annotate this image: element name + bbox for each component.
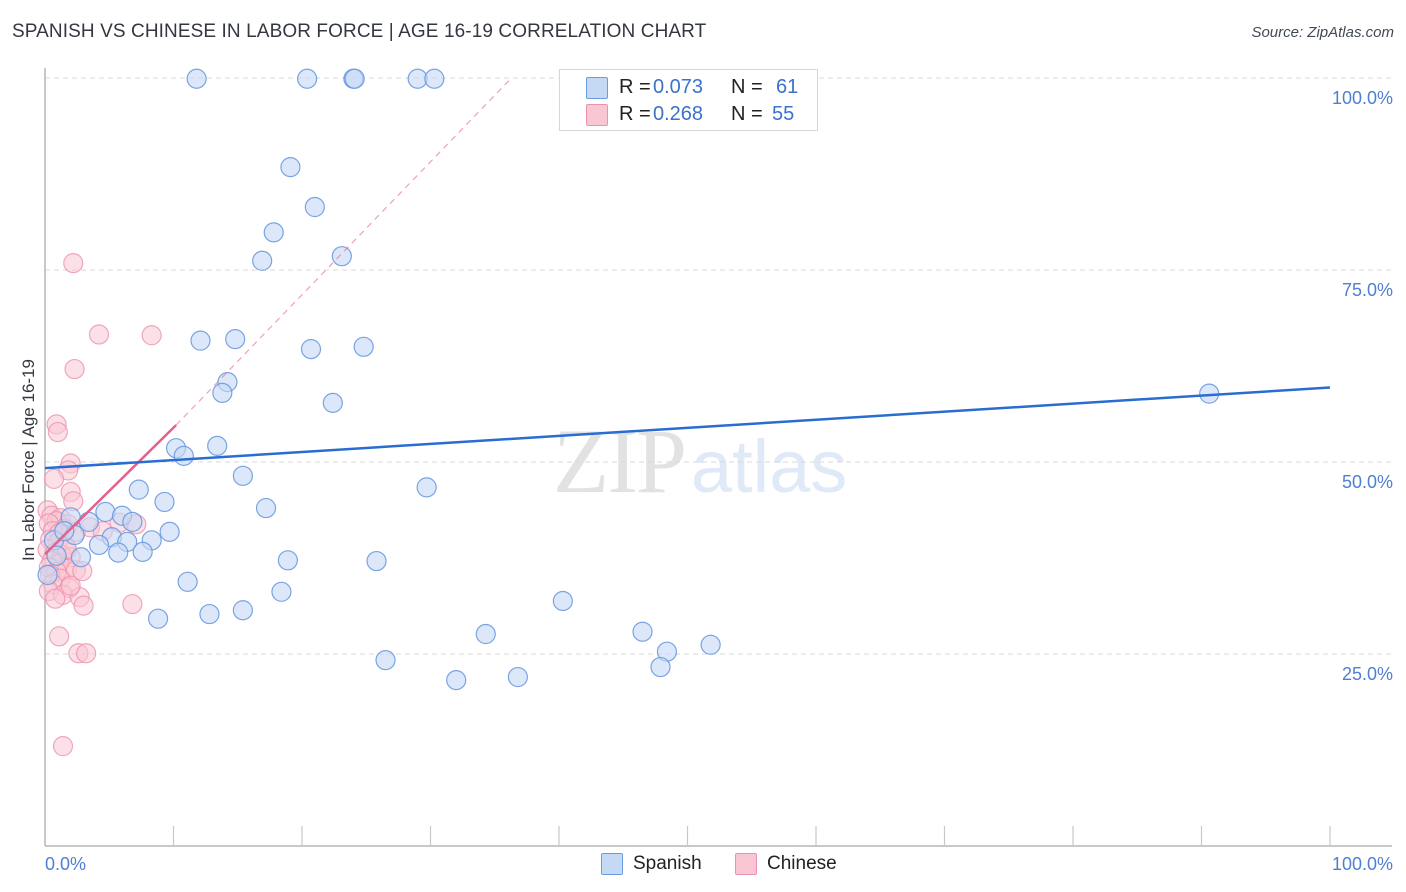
y-tick-label: 50.0%	[1342, 472, 1393, 492]
y-tick-label: 25.0%	[1342, 664, 1393, 684]
chinese-swatch	[735, 853, 757, 875]
spanish-trend-line	[44, 386, 1331, 470]
spanish-point	[70, 547, 92, 568]
n-value: 55	[772, 103, 795, 125]
spanish-point	[280, 156, 301, 178]
spanish-point	[255, 497, 277, 519]
spanish-point	[154, 491, 175, 513]
spanish-point	[353, 336, 374, 357]
spanish-point	[252, 250, 273, 271]
spanish-point	[108, 542, 129, 563]
spanish-point	[177, 571, 198, 592]
chinese-swatch	[586, 104, 608, 126]
n-value: 61	[776, 76, 799, 98]
chinese-point	[52, 736, 74, 757]
r-value: 0.073	[653, 76, 704, 98]
spanish-point	[207, 435, 228, 456]
spanish-point	[632, 621, 653, 642]
spanish-point	[475, 623, 496, 645]
spanish-point	[297, 68, 318, 89]
spanish-point	[186, 68, 207, 89]
spanish-point	[344, 68, 365, 89]
spanish-point	[650, 656, 671, 678]
spanish-point	[232, 600, 253, 621]
gridlines	[45, 77, 1392, 655]
scatter-chart: 100.0%75.0%50.0%25.0%0.0% 100.0% In Labor…	[19, 68, 1393, 874]
spanish-point	[375, 650, 396, 671]
spanish-point	[700, 634, 721, 655]
spanish-point	[37, 564, 58, 585]
chinese-point	[63, 252, 84, 274]
n-label: N =	[731, 103, 763, 125]
n-label: N =	[731, 76, 763, 98]
spanish-point	[88, 534, 110, 556]
chinese-point	[45, 588, 66, 609]
legend-label: Spanish	[633, 853, 702, 874]
spanish-point	[128, 479, 149, 500]
chinese-point	[76, 643, 97, 664]
spanish-point	[225, 329, 246, 350]
spanish-point	[322, 392, 343, 413]
spanish-points	[37, 68, 1220, 691]
y-axis-label: In Labor Force | Age 16-19	[19, 359, 38, 561]
r-label: R =	[619, 76, 651, 98]
spanish-point	[147, 608, 169, 629]
spanish-point	[199, 603, 220, 625]
y-tick-label: 100.0%	[1332, 88, 1393, 108]
correlation-legend: R = 0.073 N = 61 R = 0.268 N = 55	[559, 69, 818, 131]
chinese-point	[49, 626, 70, 647]
spanish-point	[277, 550, 298, 571]
spanish-point	[263, 222, 284, 243]
spanish-point	[54, 521, 75, 542]
spanish-point	[159, 521, 180, 542]
spanish-point	[424, 68, 445, 89]
spanish-point	[300, 339, 322, 360]
chinese-point	[141, 325, 162, 346]
r-label: R =	[619, 103, 651, 125]
spanish-point	[507, 666, 528, 688]
spanish-swatch	[586, 77, 608, 99]
spanish-point	[446, 670, 467, 691]
chinese-point	[43, 468, 65, 489]
legend-label: Chinese	[767, 853, 837, 874]
chinese-point	[88, 324, 110, 345]
spanish-point	[366, 550, 387, 572]
spanish-point	[232, 465, 253, 486]
spanish-point	[95, 501, 116, 523]
spanish-swatch	[601, 853, 623, 875]
spanish-point	[190, 330, 211, 351]
series-legend: Spanish Chinese	[0, 852, 1406, 876]
y-tick-label: 75.0%	[1342, 280, 1393, 300]
chinese-point	[64, 358, 85, 380]
spanish-point	[552, 590, 573, 612]
chinese-point	[73, 595, 94, 616]
r-value: 0.268	[653, 103, 704, 125]
spanish-point	[212, 382, 233, 403]
spanish-point	[416, 477, 437, 498]
spanish-point	[173, 445, 194, 466]
spanish-point	[122, 511, 143, 533]
spanish-point	[304, 196, 325, 218]
spanish-point	[271, 581, 292, 602]
spanish-point	[132, 541, 153, 562]
chinese-point	[47, 421, 68, 443]
chinese-point	[122, 593, 143, 615]
axes	[44, 68, 1392, 847]
spanish-point	[331, 246, 352, 267]
